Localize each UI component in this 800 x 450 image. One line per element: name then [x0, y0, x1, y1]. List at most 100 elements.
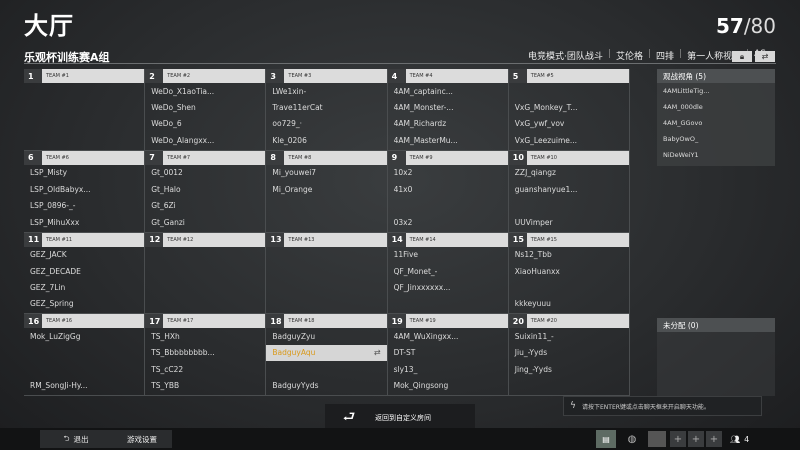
team-slot[interactable]: Gt_Halo: [145, 181, 265, 197]
team-slot[interactable]: Suixin11_-: [509, 328, 629, 344]
team-slot[interactable]: VxG_Leezuime...: [509, 132, 629, 148]
spectator-item[interactable]: 4AMLittleTig...: [657, 83, 775, 99]
team-slot[interactable]: Mok_Qingsong: [388, 377, 508, 393]
team-slot[interactable]: [266, 361, 386, 377]
team-slot[interactable]: Mi_youwei7: [266, 165, 386, 181]
team-slot[interactable]: sly13_: [388, 361, 508, 377]
team-slot[interactable]: kkkeyuuu: [509, 296, 629, 312]
team-slot[interactable]: [145, 247, 265, 263]
team-slot[interactable]: GEZ_7Lin: [24, 279, 144, 295]
team-slot[interactable]: [388, 198, 508, 214]
spectator-item[interactable]: 4AM_000dle: [657, 99, 775, 115]
team-slot[interactable]: 11Five: [388, 247, 508, 263]
team-slot[interactable]: [145, 263, 265, 279]
team-slot[interactable]: Mok_LuZigGg: [24, 328, 144, 344]
team-slot[interactable]: [266, 279, 386, 295]
team-slot[interactable]: [509, 377, 629, 393]
team-slot[interactable]: Gt_6Zi: [145, 198, 265, 214]
team-slot[interactable]: 03x2: [388, 214, 508, 230]
team-slot[interactable]: LWe1xin-: [266, 83, 386, 99]
add-friend-button[interactable]: +: [688, 431, 704, 447]
team-slot[interactable]: [24, 116, 144, 132]
swap-mode-button[interactable]: ⇄: [755, 51, 775, 62]
team-slot[interactable]: Trave11erCat: [266, 99, 386, 115]
team-slot[interactable]: 4AM_WuXingxx...: [388, 328, 508, 344]
team-slot[interactable]: [266, 247, 386, 263]
team-slot[interactable]: WeDo_X1aoTia...: [145, 83, 265, 99]
team-slot[interactable]: QF_Monet_-: [388, 263, 508, 279]
team-slot[interactable]: LSP_0896-_-: [24, 198, 144, 214]
swap-icon[interactable]: ⇄: [374, 348, 381, 357]
team-slot[interactable]: [145, 296, 265, 312]
spectator-item[interactable]: NiDeWeiY1: [657, 147, 775, 163]
team-slot[interactable]: TS_cC22: [145, 361, 265, 377]
add-friend-button[interactable]: +: [706, 431, 722, 447]
spectator-header[interactable]: 观战视角 (5): [657, 69, 775, 83]
team-slot[interactable]: [388, 296, 508, 312]
spectator-item[interactable]: BabyOwO_: [657, 131, 775, 147]
team-slot[interactable]: [24, 99, 144, 115]
team-slot[interactable]: [509, 279, 629, 295]
team-slot[interactable]: [24, 132, 144, 148]
team-slot[interactable]: VxG_Monkey_T...: [509, 99, 629, 115]
team-slot[interactable]: [266, 263, 386, 279]
chat-input[interactable]: ϟ 请按下ENTER键或点击聊天框来开启聊天功能。: [563, 396, 762, 416]
team-slot[interactable]: LSP_Misty: [24, 165, 144, 181]
team-slot[interactable]: 4AM_captainc...: [388, 83, 508, 99]
team-slot[interactable]: [24, 83, 144, 99]
team-slot[interactable]: TS_YBB: [145, 377, 265, 393]
team-slot[interactable]: Gt_Ganzi: [145, 214, 265, 230]
spectator-item[interactable]: 4AM_GGovo: [657, 115, 775, 131]
team-slot[interactable]: Gt_0012: [145, 165, 265, 181]
team-slot[interactable]: Jiu_-Yyds: [509, 345, 629, 361]
globe-button[interactable]: ◍: [622, 430, 642, 448]
team-slot[interactable]: BadguyYyds: [266, 377, 386, 393]
team-slot[interactable]: LSP_OldBabyx...: [24, 181, 144, 197]
team-slot[interactable]: [266, 296, 386, 312]
team-slot[interactable]: Ns12_Tbb: [509, 247, 629, 263]
team-slot[interactable]: UUVimper: [509, 214, 629, 230]
team-slot[interactable]: QF_Jinxxxxxx...: [388, 279, 508, 295]
team-slot[interactable]: [266, 214, 386, 230]
team-slot[interactable]: [24, 345, 144, 361]
team-slot[interactable]: [145, 279, 265, 295]
team-slot[interactable]: 41x0: [388, 181, 508, 197]
lock-button[interactable]: 🔒︎: [732, 51, 752, 62]
team-slot[interactable]: GEZ_Spring: [24, 296, 144, 312]
exit-button[interactable]: ⮌ 退出: [40, 430, 112, 448]
team-slot[interactable]: 10x2: [388, 165, 508, 181]
team-slot[interactable]: BadguyZyu: [266, 328, 386, 344]
team-slot[interactable]: VxG_ywf_vov: [509, 116, 629, 132]
team-slot[interactable]: ZZJ_qiangz: [509, 165, 629, 181]
team-slot[interactable]: WeDo_6: [145, 116, 265, 132]
team-slot[interactable]: [509, 83, 629, 99]
team-slot[interactable]: [509, 198, 629, 214]
team-slot[interactable]: Kle_0206: [266, 132, 386, 148]
unassigned-header[interactable]: 未分配 (0): [657, 318, 775, 332]
team-slot[interactable]: WeDo_Shen: [145, 99, 265, 115]
team-slot[interactable]: LSP_MihuXxx: [24, 214, 144, 230]
team-slot[interactable]: oo729_·: [266, 116, 386, 132]
team-slot[interactable]: 4AM_MasterMu...: [388, 132, 508, 148]
team-slot[interactable]: RM_SongJi-Hy...: [24, 377, 144, 393]
team-slot[interactable]: [266, 198, 386, 214]
avatar[interactable]: [648, 431, 666, 447]
team-slot[interactable]: GEZ_JACK: [24, 247, 144, 263]
team-slot[interactable]: guanshanyue1...: [509, 181, 629, 197]
team-slot[interactable]: TS_Bbbbbbbbb...: [145, 345, 265, 361]
team-slot[interactable]: WeDo_Alangxx...: [145, 132, 265, 148]
team-slot[interactable]: Jing_-Yyds: [509, 361, 629, 377]
team-slot[interactable]: 4AM_Monster-...: [388, 99, 508, 115]
team-slot[interactable]: 4AM_Richardz: [388, 116, 508, 132]
team-slot[interactable]: Mi_Orange: [266, 181, 386, 197]
chat-button[interactable]: ▤: [596, 430, 616, 448]
team-slot[interactable]: DT-ST: [388, 345, 508, 361]
team-slot[interactable]: XiaoHuanxx: [509, 263, 629, 279]
chat-icon: ▤: [602, 434, 610, 444]
team-slot[interactable]: TS_HXh: [145, 328, 265, 344]
team-slot[interactable]: [24, 361, 144, 377]
add-friend-button[interactable]: +: [670, 431, 686, 447]
team-slot[interactable]: BadguyAqu ⇄: [266, 344, 387, 362]
game-settings-button[interactable]: 游戏设置: [112, 430, 172, 448]
team-slot[interactable]: GEZ_DECADE: [24, 263, 144, 279]
